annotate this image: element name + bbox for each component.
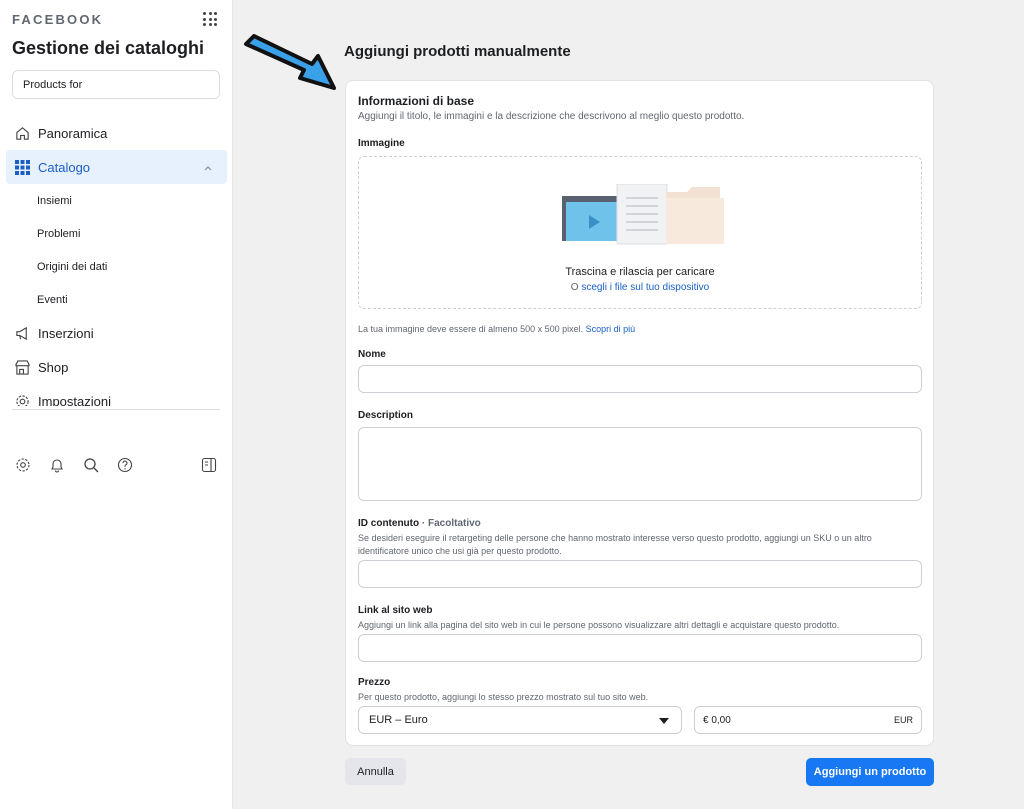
website-link-help: Aggiungi un link alla pagina del sito we… [358,620,840,630]
section-subtitle: Aggiungi il titolo, le immagini e la des… [358,111,745,122]
sidebar-subitem-origini[interactable]: Origini dei dati [0,250,233,283]
image-dropzone[interactable]: Trascina e rilascia per caricare O scegl… [358,156,922,309]
name-label: Nome [358,349,386,360]
sidebar-item-label: Inserzioni [38,325,94,341]
optional-tag: · Facoltativo [421,518,481,529]
caret-down-icon [659,718,669,724]
content-id-help: Se desideri eseguire il retargeting dell… [358,533,872,556]
apps-grid-icon[interactable] [203,12,217,26]
arrow-pointer-icon [244,34,336,90]
grid-icon [14,159,30,175]
section-title: Informazioni di base [358,94,475,108]
image-label: Immagine [358,138,405,149]
content-id-label: ID contenuto · Facoltativo [358,518,481,529]
facebook-brand: FACEBOOK [12,12,104,27]
bell-icon[interactable] [48,456,66,474]
sidebar-subitem-insiemi[interactable]: Insiemi [0,184,233,217]
cancel-button[interactable]: Annulla [345,758,406,785]
sidebar-subitem-eventi[interactable]: Eventi [0,283,233,316]
sidebar-item-label: Impostazioni [38,393,111,407]
learn-more-link[interactable]: Scopri di più [586,324,636,334]
add-product-button[interactable]: Aggiungi un prodotto [806,758,934,786]
sidebar-nav: Panoramica Catalogo Insiemi Problemi Ori… [0,116,233,406]
price-help: Per questo prodotto, aggiungi lo stesso … [358,692,649,702]
name-input[interactable] [358,365,922,393]
website-link-input[interactable] [358,634,922,662]
home-icon [14,125,30,141]
description-textarea[interactable] [358,427,922,501]
or-text: O [570,282,579,293]
sidebar-item-inserzioni[interactable]: Inserzioni [0,316,233,350]
website-link-label: Link al sito web [358,605,433,616]
sidebar-bottom-toolbar [14,456,224,476]
drop-instructions: Trascina e rilascia per caricare [565,266,715,278]
sidebar-item-catalogo[interactable]: Catalogo [6,150,227,184]
image-help: La tua immagine deve essere di almeno 50… [358,323,918,336]
sidebar-divider [12,409,220,410]
sidebar-subitem-problemi[interactable]: Problemi [0,217,233,250]
price-label: Prezzo [358,677,391,688]
image-help-text: La tua immagine deve essere di almeno 50… [358,324,584,334]
choose-file-row: O scegli i file sul tuo dispositivo [359,282,921,293]
sidebar-item-label: Catalogo [38,159,91,175]
currency-select[interactable]: EUR – Euro [358,706,682,734]
search-icon[interactable] [82,456,100,474]
gear-icon [14,393,30,406]
product-form-card: Informazioni di base Aggiungi il titolo,… [345,80,934,746]
upload-illustration-icon [562,184,724,245]
sidebar-item-label: Panoramica [38,125,108,141]
sidebar-item-label: Shop [38,359,69,375]
choose-file-link[interactable]: scegli i file sul tuo dispositivo [581,282,709,293]
currency-value: EUR – Euro [369,714,428,726]
sidebar-item-impostazioni[interactable]: Impostazioni [0,384,233,406]
price-value: € 0,00 [703,715,731,726]
sidebar-title: Gestione dei cataloghi [12,38,205,58]
settings-icon[interactable] [14,456,32,474]
help-icon[interactable] [116,456,134,474]
currency-code: EUR [893,715,913,725]
page-title: Aggiungi prodotti manualmente [344,43,571,60]
catalog-selector[interactable]: Products for [12,70,220,99]
sidebar-item-panoramica[interactable]: Panoramica [0,116,233,150]
shop-icon [14,359,30,375]
price-input[interactable]: € 0,00 EUR [694,706,922,734]
megaphone-icon [14,325,30,341]
sidebar: FACEBOOK Gestione dei cataloghi Products… [0,0,233,809]
chevron-up-icon[interactable] [203,161,213,176]
content-id-label-text: ID contenuto [358,518,420,529]
content-id-input[interactable] [358,560,922,588]
panel-toggle-icon[interactable] [200,456,218,474]
sidebar-item-shop[interactable]: Shop [0,350,233,384]
description-label: Description [358,410,414,421]
